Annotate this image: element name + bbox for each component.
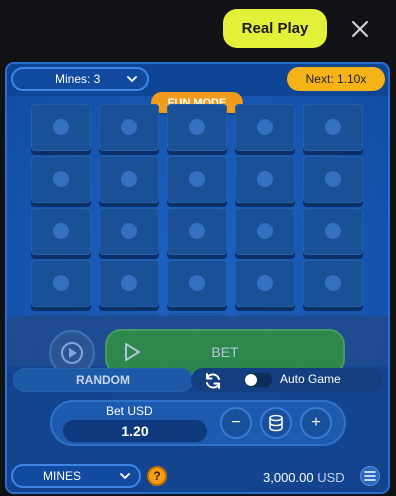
increase-bet-button[interactable]: + — [300, 407, 332, 439]
mine-tile[interactable] — [303, 156, 363, 203]
tile-dot — [257, 223, 273, 239]
mine-tile[interactable] — [31, 156, 91, 203]
tile-dot — [53, 171, 69, 187]
mines-game-page: Real Play Mines: 3 Next: 1.10x FUN MODE — [0, 0, 396, 496]
tile-dot — [189, 223, 205, 239]
chevron-down-icon — [119, 470, 131, 485]
next-multiplier-badge: Next: 1.10x — [287, 67, 385, 91]
balance-currency: USD — [317, 470, 345, 485]
mine-tile[interactable] — [303, 104, 363, 151]
mine-tile[interactable] — [167, 208, 227, 255]
balance-display: 3,000.00 USD — [263, 470, 345, 485]
mine-tile[interactable] — [31, 260, 91, 307]
tile-dot — [189, 275, 205, 291]
mine-tile[interactable] — [167, 260, 227, 307]
mine-tile[interactable] — [167, 104, 227, 151]
mine-tile[interactable] — [303, 260, 363, 307]
auto-game-toggle[interactable] — [244, 373, 272, 387]
mine-tile[interactable] — [235, 156, 295, 203]
tile-dot — [121, 119, 137, 135]
game-select[interactable]: MINES — [11, 464, 141, 488]
mine-tile[interactable] — [303, 208, 363, 255]
mine-tile[interactable] — [235, 104, 295, 151]
mine-tile[interactable] — [167, 156, 227, 203]
tile-dot — [257, 119, 273, 135]
tile-dot — [189, 119, 205, 135]
close-icon[interactable] — [348, 17, 372, 41]
tile-dot — [189, 171, 205, 187]
game-select-label: MINES — [43, 469, 82, 483]
tile-dot — [325, 223, 341, 239]
tile-dot — [325, 275, 341, 291]
game-frame: Mines: 3 Next: 1.10x FUN MODE BET RANDOM — [5, 62, 390, 494]
bet-currency-label: Bet USD — [106, 404, 153, 418]
menu-icon[interactable] — [360, 466, 380, 486]
tile-dot — [121, 275, 137, 291]
mine-tile[interactable] — [235, 260, 295, 307]
mine-tile[interactable] — [99, 104, 159, 151]
tile-dot — [53, 223, 69, 239]
random-button[interactable]: RANDOM — [13, 368, 193, 392]
tile-dot — [53, 275, 69, 291]
bet-button-label: BET — [211, 344, 239, 360]
tile-dot — [325, 171, 341, 187]
mine-tile[interactable] — [31, 104, 91, 151]
tile-dot — [257, 171, 273, 187]
help-button[interactable]: ? — [147, 466, 167, 486]
decrease-bet-button[interactable]: − — [220, 407, 252, 439]
chevron-down-icon — [126, 73, 138, 88]
mines-count-select[interactable]: Mines: 3 — [11, 67, 149, 91]
mine-tile[interactable] — [235, 208, 295, 255]
auto-game-label: Auto Game — [280, 372, 341, 386]
mine-tile[interactable] — [99, 208, 159, 255]
tile-dot — [325, 119, 341, 135]
refresh-icon[interactable] — [203, 371, 223, 396]
tile-dot — [121, 223, 137, 239]
toggle-knob — [245, 374, 257, 386]
mine-tile[interactable] — [99, 156, 159, 203]
real-play-button[interactable]: Real Play — [223, 9, 327, 48]
tile-dot — [257, 275, 273, 291]
tile-dot — [53, 119, 69, 135]
balance-value: 3,000.00 — [263, 470, 314, 485]
mines-count-label: Mines: 3 — [55, 72, 101, 86]
mine-tile[interactable] — [99, 260, 159, 307]
tile-dot — [121, 171, 137, 187]
coins-icon[interactable] — [260, 407, 292, 439]
mine-tile[interactable] — [31, 208, 91, 255]
bet-amount-input[interactable]: 1.20 — [63, 420, 207, 442]
